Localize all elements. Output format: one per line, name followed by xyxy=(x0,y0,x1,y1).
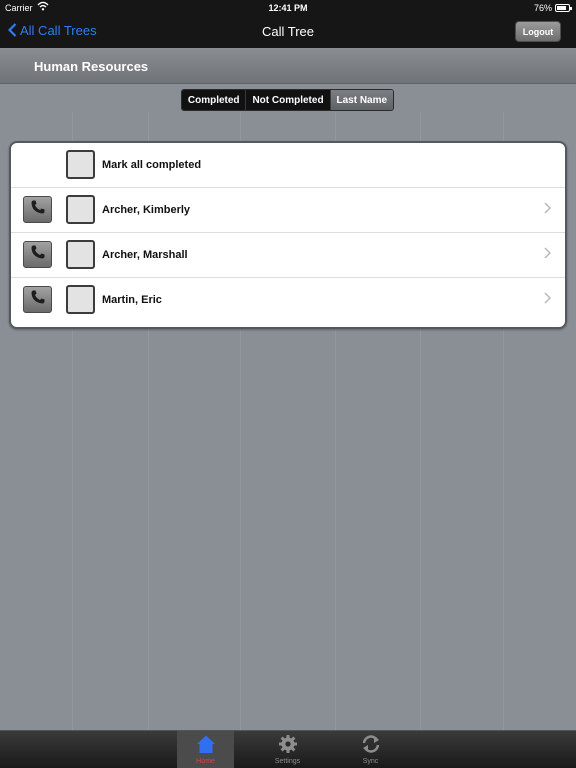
contact-list: Mark all completed Archer, Kimberly Arch… xyxy=(9,141,567,329)
contact-row[interactable]: Archer, Marshall xyxy=(11,233,565,278)
contact-row[interactable]: Martin, Eric xyxy=(11,278,565,323)
contact-name: Archer, Marshall xyxy=(102,249,188,261)
tab-sync[interactable]: Sync xyxy=(342,731,399,768)
section-header: Human Resources xyxy=(0,48,576,84)
phone-icon xyxy=(30,289,46,310)
battery-icon xyxy=(555,4,572,12)
phone-icon xyxy=(30,199,46,220)
segment-completed[interactable]: Completed xyxy=(182,90,247,110)
sync-icon xyxy=(360,734,382,756)
mark-all-row[interactable]: Mark all completed xyxy=(11,143,565,188)
phone-icon xyxy=(30,244,46,265)
battery-percent: 76% xyxy=(533,3,552,13)
status-time: 12:41 PM xyxy=(268,3,308,13)
tab-settings-label: Settings xyxy=(274,758,301,765)
segment-not-completed[interactable]: Not Completed xyxy=(246,90,331,110)
segment-last-name[interactable]: Last Name xyxy=(330,90,393,110)
tab-home[interactable]: Home xyxy=(177,731,234,768)
sort-filter-segmented-control: Completed Not Completed Last Name xyxy=(181,89,394,111)
logout-button[interactable]: Logout xyxy=(515,21,561,42)
section-title: Human Resources xyxy=(34,59,149,74)
page-title: Call Tree xyxy=(261,24,315,39)
phone-call-button[interactable] xyxy=(23,196,52,223)
mark-all-label: Mark all completed xyxy=(102,159,202,171)
contact-name: Archer, Kimberly xyxy=(102,204,191,216)
tab-bar: Home Settings Sync xyxy=(0,730,576,768)
tab-sync-label: Sync xyxy=(362,758,379,765)
home-icon xyxy=(195,734,217,756)
contact-name: Martin, Eric xyxy=(102,294,162,306)
phone-call-button[interactable] xyxy=(23,286,52,313)
tab-settings[interactable]: Settings xyxy=(259,731,316,768)
contact-row[interactable]: Archer, Kimberly xyxy=(11,188,565,233)
chevron-right-icon xyxy=(544,246,552,262)
tab-home-label: Home xyxy=(196,758,215,765)
gear-icon xyxy=(277,734,299,756)
phone-call-button[interactable] xyxy=(23,241,52,268)
contact-completed-checkbox[interactable] xyxy=(66,285,95,314)
chevron-right-icon xyxy=(544,291,552,307)
navigation-bar: All Call Trees Call Tree Logout xyxy=(0,16,576,48)
status-bar: Carrier 12:41 PM 76% xyxy=(0,0,576,16)
contact-completed-checkbox[interactable] xyxy=(66,240,95,269)
chevron-right-icon xyxy=(544,201,552,217)
mark-all-checkbox[interactable] xyxy=(66,150,95,179)
contact-completed-checkbox[interactable] xyxy=(66,195,95,224)
